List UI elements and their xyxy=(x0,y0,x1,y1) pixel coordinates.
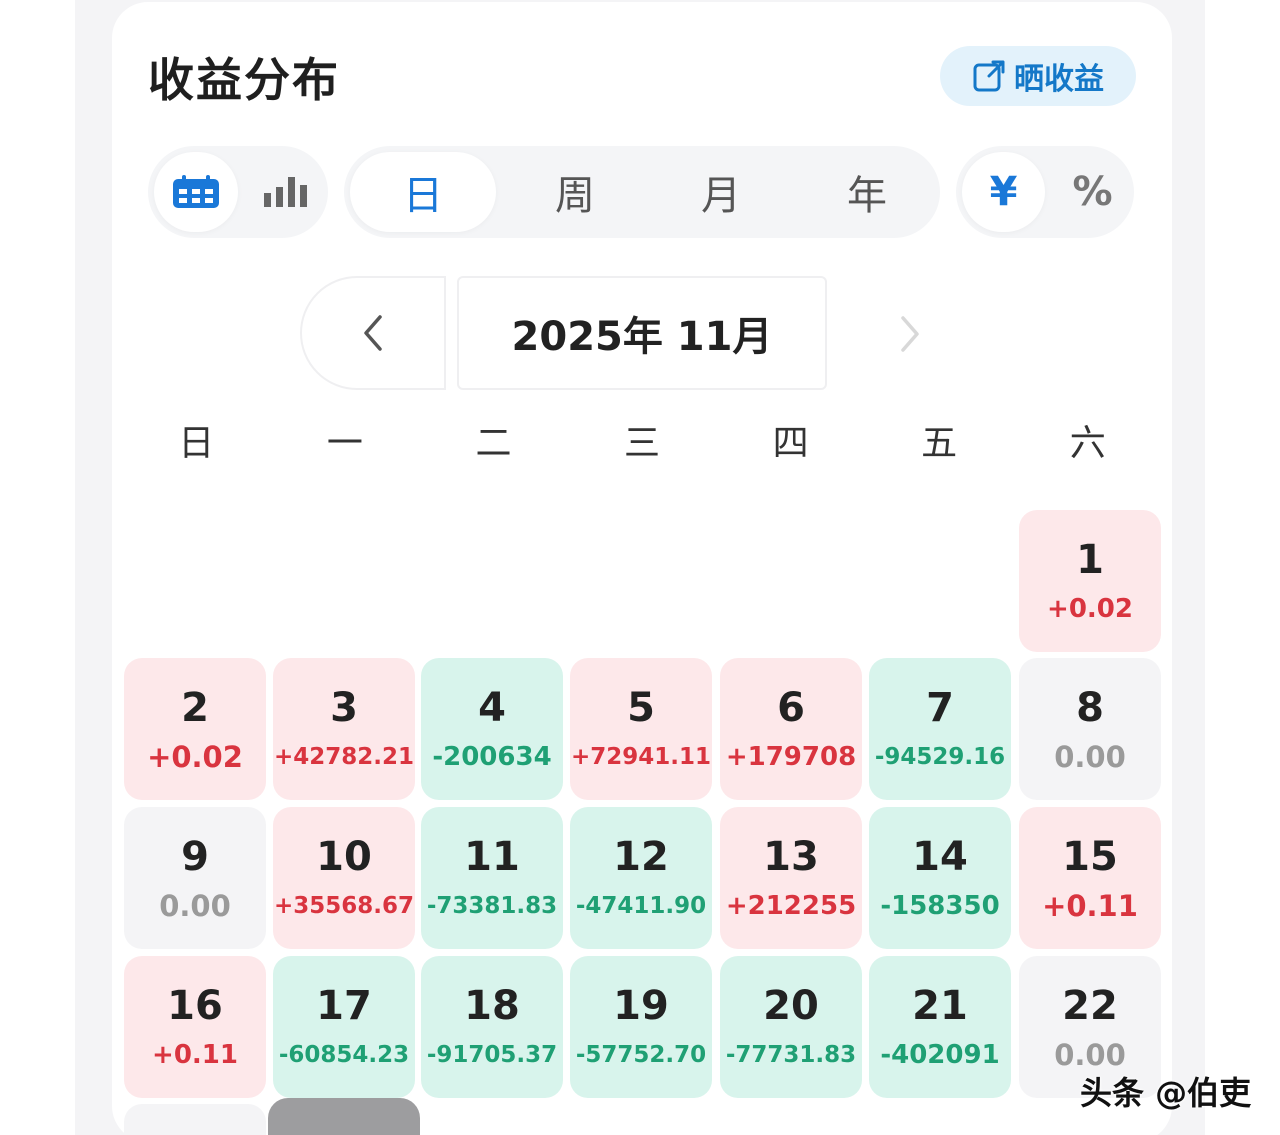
calendar-day-cell-partial xyxy=(124,1104,266,1135)
calendar-day-cell[interactable]: 6 +179708 xyxy=(720,658,862,800)
share-icon xyxy=(973,60,1005,92)
day-profit: 0.00 xyxy=(1054,740,1126,774)
day-number: 3 xyxy=(330,685,358,731)
calendar-icon xyxy=(173,175,219,208)
calendar-day-cell[interactable]: 13 +212255 xyxy=(720,807,862,949)
next-month-button[interactable] xyxy=(860,296,960,372)
day-profit: 0.00 xyxy=(159,889,231,923)
day-number: 8 xyxy=(1076,685,1104,731)
weekday-label: 五 xyxy=(921,423,958,464)
calendar-day-cell[interactable]: 21 -402091 xyxy=(869,956,1011,1098)
page-title: 收益分布 xyxy=(148,53,340,107)
bar-chart-view-button[interactable] xyxy=(244,146,328,238)
day-profit: 0.00 xyxy=(1054,1038,1126,1072)
calendar-day-cell[interactable]: 10 +35568.67 xyxy=(273,807,415,949)
day-number: 19 xyxy=(613,983,669,1029)
calendar-day-cell[interactable]: 19 -57752.70 xyxy=(570,956,712,1098)
unit-toggle: ¥ % xyxy=(956,146,1134,238)
day-number: 7 xyxy=(926,685,954,731)
weekday-label: 一 xyxy=(326,423,363,464)
tab-day[interactable]: 日 xyxy=(350,152,496,232)
calendar-day-cell[interactable]: 20 -77731.83 xyxy=(720,956,862,1098)
day-number: 2 xyxy=(181,685,209,731)
weekday-header: 日 一 二 三 四 五 六 xyxy=(122,418,1162,470)
calendar-day-cell[interactable]: 8 0.00 xyxy=(1019,658,1161,800)
calendar-day-cell[interactable]: 11 -73381.83 xyxy=(421,807,563,949)
day-profit: +0.11 xyxy=(152,1040,238,1070)
day-profit: -402091 xyxy=(880,1040,1000,1070)
day-profit: -47411.90 xyxy=(575,893,707,919)
day-number: 15 xyxy=(1062,834,1118,880)
day-profit: -200634 xyxy=(432,742,552,772)
bottom-sheet-handle[interactable] xyxy=(268,1098,420,1135)
prev-month-button[interactable] xyxy=(300,276,446,390)
day-profit: -94529.16 xyxy=(874,744,1006,770)
calendar-day-cell[interactable]: 12 -47411.90 xyxy=(570,807,712,949)
calendar-view-button[interactable] xyxy=(154,152,238,232)
tab-week[interactable]: 周 xyxy=(502,146,648,238)
watermark: 头条 @伯吏 xyxy=(1080,1074,1252,1112)
day-profit: +212255 xyxy=(725,891,857,921)
day-profit: -57752.70 xyxy=(575,1042,707,1068)
share-earnings-button[interactable]: 晒收益 xyxy=(940,46,1136,106)
month-label[interactable]: 2025年 11月 xyxy=(457,276,827,390)
day-profit: +179708 xyxy=(725,742,857,772)
day-number: 9 xyxy=(181,834,209,880)
day-number: 10 xyxy=(316,834,372,880)
unit-yuan-button[interactable]: ¥ xyxy=(962,152,1045,232)
day-number: 11 xyxy=(464,834,520,880)
day-profit: -158350 xyxy=(880,891,1000,921)
calendar-day-cell[interactable]: 4 -200634 xyxy=(421,658,563,800)
calendar-day-cell[interactable]: 7 -94529.16 xyxy=(869,658,1011,800)
chevron-right-icon xyxy=(901,316,919,352)
day-number: 12 xyxy=(613,834,669,880)
weekday-label: 三 xyxy=(624,423,661,464)
weekday-label: 四 xyxy=(772,423,809,464)
calendar-day-cell[interactable]: 16 +0.11 xyxy=(124,956,266,1098)
weekday-label: 六 xyxy=(1069,423,1106,464)
day-profit: +35568.67 xyxy=(273,893,415,919)
day-profit: +0.02 xyxy=(1047,594,1133,624)
day-profit: +72941.11 xyxy=(570,744,712,770)
calendar-day-cell[interactable]: 3 +42782.21 xyxy=(273,658,415,800)
share-label: 晒收益 xyxy=(1014,62,1104,97)
tab-year[interactable]: 年 xyxy=(794,146,940,238)
day-profit: -60854.23 xyxy=(278,1042,410,1068)
day-profit: -91705.37 xyxy=(426,1042,558,1068)
day-number: 21 xyxy=(912,983,968,1029)
calendar-day-cell[interactable]: 5 +72941.11 xyxy=(570,658,712,800)
day-profit: +0.11 xyxy=(1042,889,1138,923)
day-number: 14 xyxy=(912,834,968,880)
weekday-label: 日 xyxy=(178,423,215,464)
calendar-day-cell[interactable]: 18 -91705.37 xyxy=(421,956,563,1098)
day-number: 22 xyxy=(1062,983,1118,1029)
view-toggle xyxy=(148,146,328,238)
day-profit: -73381.83 xyxy=(426,893,558,919)
tab-month[interactable]: 月 xyxy=(648,146,794,238)
calendar-day-cell[interactable]: 14 -158350 xyxy=(869,807,1011,949)
day-number: 13 xyxy=(763,834,819,880)
chevron-left-icon xyxy=(364,315,382,351)
calendar-day-cell[interactable]: 15 +0.11 xyxy=(1019,807,1161,949)
calendar-day-cell[interactable]: 2 +0.02 xyxy=(124,658,266,800)
weekday-label: 二 xyxy=(475,423,512,464)
day-profit: +0.02 xyxy=(147,740,243,774)
day-number: 20 xyxy=(763,983,819,1029)
calendar-day-cell[interactable]: 17 -60854.23 xyxy=(273,956,415,1098)
calendar-day-cell[interactable]: 1 +0.02 xyxy=(1019,510,1161,652)
day-number: 4 xyxy=(478,685,506,731)
day-number: 6 xyxy=(777,685,805,731)
day-number: 5 xyxy=(627,685,655,731)
day-number: 1 xyxy=(1076,537,1104,583)
bar-chart-icon xyxy=(264,177,307,207)
day-profit: +42782.21 xyxy=(273,744,415,770)
period-tabs: 日 周 月 年 xyxy=(344,146,940,238)
calendar-day-cell[interactable]: 9 0.00 xyxy=(124,807,266,949)
day-number: 17 xyxy=(316,983,372,1029)
day-number: 18 xyxy=(464,983,520,1029)
unit-percent-button[interactable]: % xyxy=(1051,146,1134,238)
day-number: 16 xyxy=(167,983,223,1029)
day-profit: -77731.83 xyxy=(725,1042,857,1068)
